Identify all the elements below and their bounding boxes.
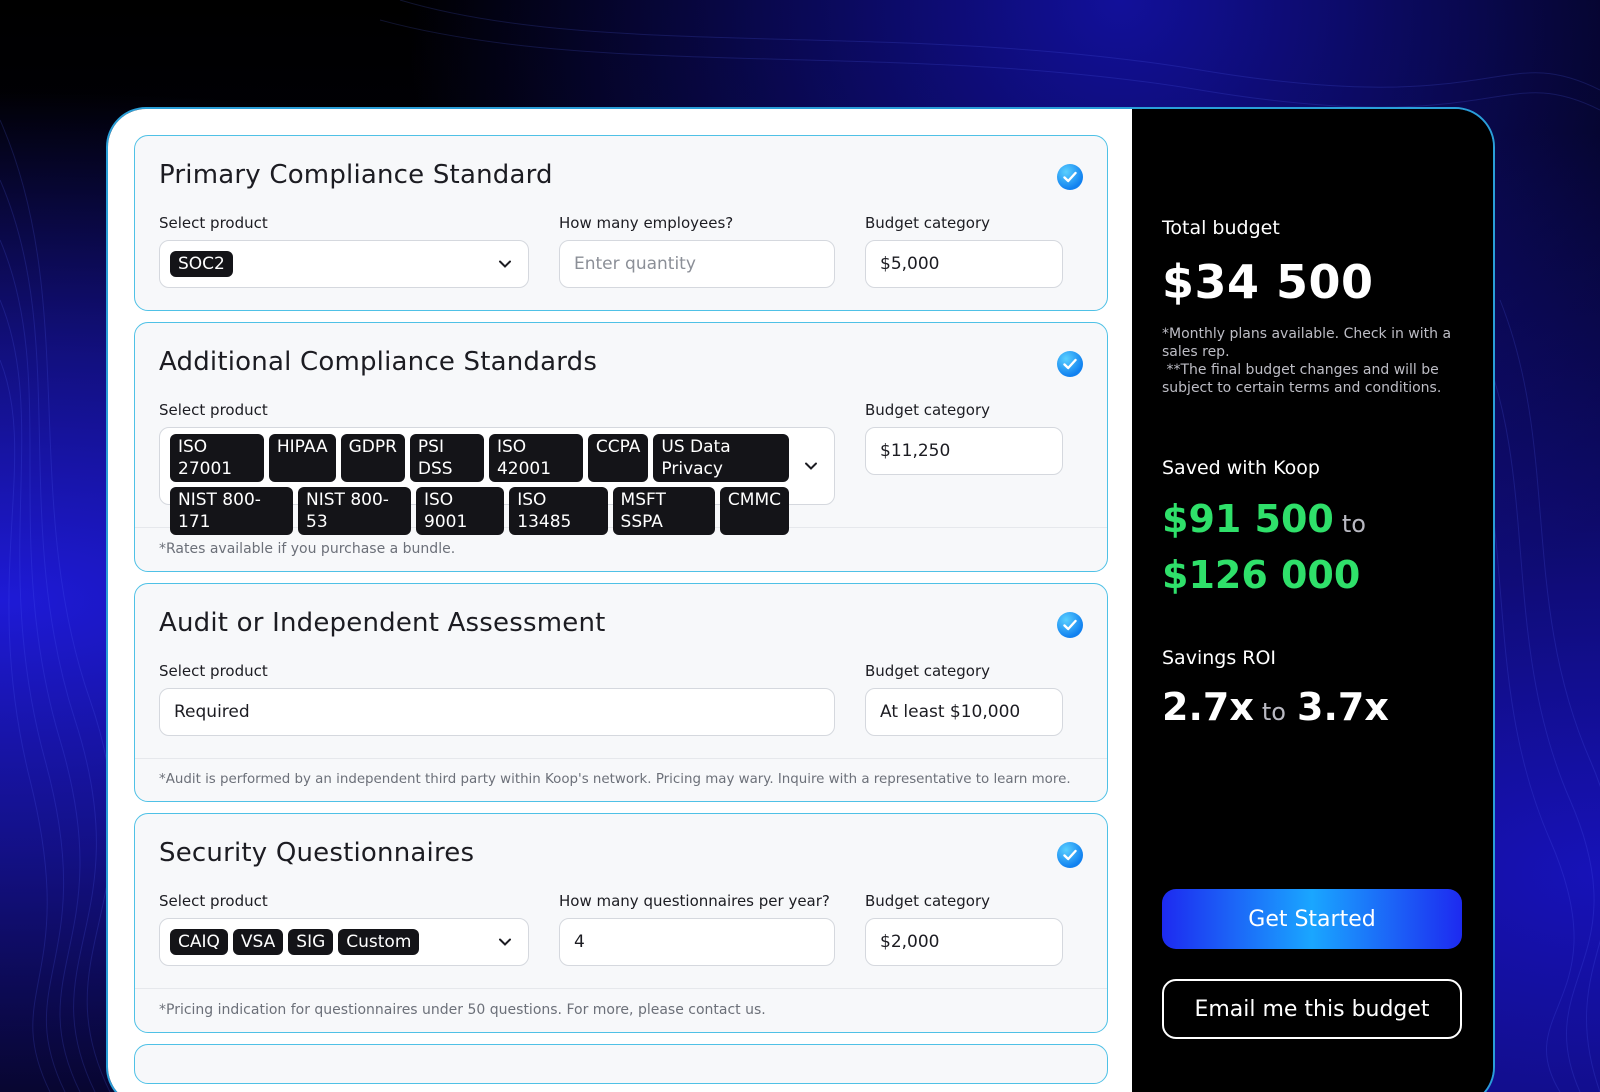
product-tag: CAIQ bbox=[170, 929, 228, 955]
budget-input[interactable]: $5,000 bbox=[865, 240, 1063, 288]
product-field: Select product Required bbox=[159, 662, 835, 736]
chevron-down-icon bbox=[499, 260, 511, 268]
product-select[interactable]: CAIQ VSA SIG Custom bbox=[159, 918, 529, 966]
budget-field: Budget category $11,250 bbox=[865, 401, 1063, 505]
check-circle-icon[interactable] bbox=[1057, 842, 1083, 868]
tag-row: NIST 800-171 NIST 800-53 ISO 9001 ISO 13… bbox=[170, 487, 794, 535]
product-tag: Custom bbox=[338, 929, 420, 955]
section-title: Primary Compliance Standard bbox=[159, 160, 553, 190]
employees-label: How many employees? bbox=[559, 214, 734, 232]
product-field: Select product SOC2 bbox=[159, 214, 529, 288]
budget-calculator-card: Primary Compliance Standard Select produ… bbox=[106, 107, 1495, 1092]
section-additional-compliance: Additional Compliance Standards Select p… bbox=[134, 322, 1108, 572]
product-tag: SOC2 bbox=[170, 251, 233, 277]
get-started-button[interactable]: Get Started bbox=[1162, 889, 1462, 949]
product-label: Select product bbox=[159, 214, 268, 232]
budget-input[interactable]: $11,250 bbox=[865, 427, 1063, 475]
roi-min: 2.7x bbox=[1162, 685, 1254, 729]
section-primary-compliance: Primary Compliance Standard Select produ… bbox=[134, 135, 1108, 311]
disclaimer-line: *Monthly plans available. Check in with … bbox=[1162, 326, 1452, 360]
budget-summary-panel: Total budget $34 500 *Monthly plans avai… bbox=[1132, 109, 1493, 1092]
product-select[interactable]: SOC2 bbox=[159, 240, 529, 288]
product-tag: NIST 800-53 bbox=[298, 487, 411, 535]
product-label: Select product bbox=[159, 401, 268, 419]
section-next-partial bbox=[134, 1044, 1108, 1084]
product-label: Select product bbox=[159, 892, 268, 910]
section-title: Additional Compliance Standards bbox=[159, 347, 598, 377]
product-tag: ISO 27001 bbox=[170, 434, 264, 482]
tag-row: ISO 27001 HIPAA GDPR PSI DSS ISO 42001 C… bbox=[170, 434, 794, 482]
total-budget-value: $34 500 bbox=[1162, 255, 1374, 309]
budget-label: Budget category bbox=[865, 401, 991, 419]
product-tag: US Data Privacy bbox=[653, 434, 789, 482]
roi-range: 2.7x to 3.7x bbox=[1162, 685, 1463, 729]
configuration-panel: Primary Compliance Standard Select produ… bbox=[108, 109, 1132, 1092]
product-tag: ISO 13485 bbox=[509, 487, 608, 535]
disclaimer-line: **The final budget changes and will be s… bbox=[1162, 362, 1444, 396]
chevron-down-icon bbox=[499, 938, 511, 946]
product-input[interactable]: Required bbox=[159, 688, 835, 736]
saved-label: Saved with Koop bbox=[1162, 457, 1320, 479]
budget-field: Budget category At least $10,000 bbox=[865, 662, 1063, 736]
product-multiselect[interactable]: ISO 27001 HIPAA GDPR PSI DSS ISO 42001 C… bbox=[159, 427, 835, 535]
section-note: *Pricing indication for questionnaires u… bbox=[135, 988, 1107, 1032]
questionnaires-input[interactable]: 4 bbox=[559, 918, 835, 966]
product-tag: ISO 42001 bbox=[488, 434, 583, 482]
budget-label: Budget category bbox=[865, 662, 991, 680]
total-budget-label: Total budget bbox=[1162, 217, 1280, 239]
questionnaires-field: How many questionnaires per year? 4 bbox=[559, 892, 835, 966]
budget-disclaimer: *Monthly plans available. Check in with … bbox=[1162, 325, 1452, 397]
section-security-questionnaires: Security Questionnaires Select product C… bbox=[134, 813, 1108, 1033]
chevron-down-icon bbox=[805, 462, 817, 470]
roi-max: 3.7x bbox=[1297, 685, 1389, 729]
product-label: Select product bbox=[159, 662, 268, 680]
budget-label: Budget category bbox=[865, 214, 991, 232]
roi-label: Savings ROI bbox=[1162, 647, 1277, 669]
check-circle-icon[interactable] bbox=[1057, 351, 1083, 377]
product-tag: NIST 800-171 bbox=[170, 487, 294, 535]
product-tag: MSFT SSPA bbox=[612, 487, 715, 535]
saved-range: $91 500 to $126 000 bbox=[1162, 495, 1463, 607]
product-tag: CCPA bbox=[587, 434, 649, 482]
check-circle-icon[interactable] bbox=[1057, 164, 1083, 190]
questionnaires-label: How many questionnaires per year? bbox=[559, 892, 830, 910]
saved-to: to bbox=[1341, 510, 1366, 538]
budget-label: Budget category bbox=[865, 892, 991, 910]
budget-input[interactable]: At least $10,000 bbox=[865, 688, 1063, 736]
saved-min: $91 500 bbox=[1162, 497, 1334, 541]
product-tag: HIPAA bbox=[268, 434, 336, 482]
product-tag: VSA bbox=[232, 929, 284, 955]
product-tag: PSI DSS bbox=[409, 434, 484, 482]
budget-field: Budget category $5,000 bbox=[865, 214, 1063, 288]
budget-input[interactable]: $2,000 bbox=[865, 918, 1063, 966]
saved-max: $126 000 bbox=[1162, 553, 1361, 597]
roi-to: to bbox=[1261, 698, 1286, 726]
budget-field: Budget category $2,000 bbox=[865, 892, 1063, 966]
product-tag: ISO 9001 bbox=[416, 487, 505, 535]
product-tag: SIG bbox=[288, 929, 334, 955]
email-budget-button[interactable]: Email me this budget bbox=[1162, 979, 1462, 1039]
employees-field: How many employees? Enter quantity bbox=[559, 214, 835, 288]
check-circle-icon[interactable] bbox=[1057, 612, 1083, 638]
section-note: *Audit is performed by an independent th… bbox=[135, 758, 1107, 801]
product-field: Select product CAIQ VSA SIG Custom bbox=[159, 892, 529, 966]
section-audit-assessment: Audit or Independent Assessment Select p… bbox=[134, 583, 1108, 802]
section-title: Security Questionnaires bbox=[159, 838, 475, 868]
product-tag: CMMC bbox=[719, 487, 789, 535]
product-field: Select product ISO 27001 HIPAA GDPR PSI … bbox=[159, 401, 835, 535]
product-tag: GDPR bbox=[340, 434, 405, 482]
section-title: Audit or Independent Assessment bbox=[159, 608, 606, 638]
employees-input[interactable]: Enter quantity bbox=[559, 240, 835, 288]
